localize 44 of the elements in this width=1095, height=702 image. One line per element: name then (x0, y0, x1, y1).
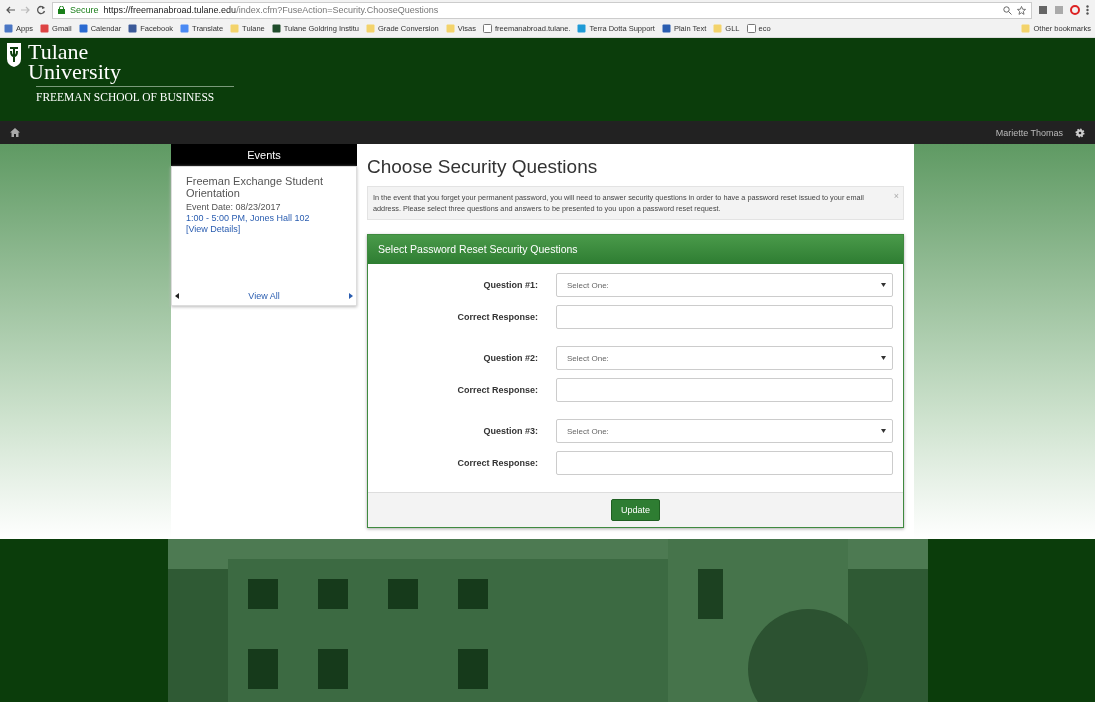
question-dropdown[interactable]: Select One: (556, 346, 893, 370)
response-label: Correct Response: (456, 458, 538, 468)
caret-icon (881, 429, 886, 433)
response-label: Correct Response: (456, 385, 538, 395)
page-icon (746, 24, 756, 33)
response-field[interactable] (556, 451, 893, 475)
star-icon[interactable] (1017, 5, 1026, 15)
prev-arrow-icon[interactable] (175, 293, 179, 299)
event-time-place: 1:00 - 5:00 PM, Jones Hall 102 (185, 213, 311, 224)
view-details-link[interactable]: [View Details] (172, 224, 356, 235)
caret-icon (881, 283, 886, 287)
shield-logo-icon (6, 42, 22, 68)
update-button[interactable]: Update (611, 499, 660, 521)
panel-title: Select Password Reset Security Questions (368, 235, 903, 264)
event-title: Freeman Exchange Student Orientation (185, 175, 324, 199)
question-label: Question #2: (482, 353, 538, 363)
question-label: Question #3: (482, 426, 538, 436)
question-dropdown[interactable]: Select One: (556, 419, 893, 443)
logo-text: Tulane (28, 42, 90, 62)
events-heading: Events (171, 144, 357, 166)
caret-icon (881, 356, 886, 360)
lock-icon (58, 6, 65, 14)
response-field[interactable] (556, 378, 893, 402)
reload-icon[interactable] (36, 5, 46, 15)
url-text: https://freemanabroad.tulane.edu/index.cfm?FuseAction=Security.ChooseQuestions (103, 5, 439, 15)
back-icon[interactable] (6, 6, 15, 14)
settings-icon[interactable] (1075, 127, 1085, 138)
menu-icon[interactable] (1086, 5, 1089, 15)
logo-text: University (28, 62, 122, 82)
response-label: Correct Response: (456, 312, 538, 322)
view-all-link[interactable]: View All (248, 291, 280, 301)
address-bar[interactable]: Secure https://freemanabroad.tulane.edu/index.cfm?FuseAction=Security.ChooseQuestions (52, 1, 1032, 19)
next-arrow-icon[interactable] (349, 293, 353, 299)
event-date: Event Date: 08/23/2017 (185, 201, 282, 213)
question-label: Question #1: (482, 280, 538, 290)
user-name[interactable]: Mariette Thomas (995, 127, 1063, 138)
page-title: Choose Security Questions (367, 156, 599, 178)
search-icon[interactable] (1003, 5, 1012, 15)
page-icon (483, 24, 492, 33)
school-name: FREEMAN SCHOOL OF BUSINESS (36, 86, 234, 103)
home-icon[interactable] (10, 128, 20, 137)
question-dropdown[interactable]: Select One: (556, 273, 893, 297)
secure-label: Secure (70, 5, 99, 15)
response-field[interactable] (556, 305, 893, 329)
